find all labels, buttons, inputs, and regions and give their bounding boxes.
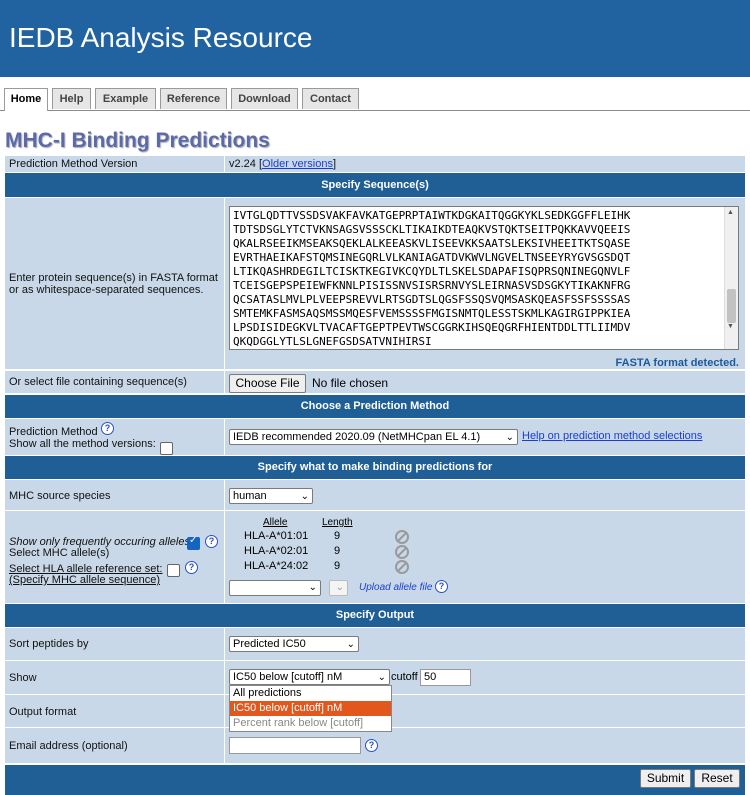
- chevron-down-icon: ⌄: [346, 639, 355, 650]
- file-label: Or select file containing sequence(s): [9, 376, 187, 388]
- show-all-versions-checkbox[interactable]: [160, 442, 173, 455]
- length-select[interactable]: ⌄: [329, 580, 348, 596]
- scroll-thumb[interactable]: [727, 289, 736, 323]
- section-output: Specify Output: [5, 604, 745, 627]
- choose-file-button[interactable]: Choose File: [229, 374, 306, 393]
- header-banner: IEDB Analysis Resource: [0, 0, 750, 77]
- method-help-icon[interactable]: ?: [101, 422, 114, 435]
- species-row: MHC source species: [5, 480, 745, 510]
- version-row: Prediction Method Version v2.24 [Older v…: [5, 156, 745, 172]
- cutoff-label: cutoff: [391, 671, 418, 683]
- footer-bar: [5, 765, 745, 795]
- app-title: IEDB Analysis Resource: [9, 22, 313, 53]
- reference-help-icon[interactable]: ?: [185, 561, 198, 574]
- remove-allele-icon[interactable]: [395, 545, 409, 559]
- allele-help-icon[interactable]: ?: [205, 535, 218, 548]
- method-select[interactable]: IEDB recommended 2020.09 (NetMHCpan EL 4…: [229, 429, 518, 445]
- show-label: Show: [9, 672, 37, 684]
- version-value: v2.24 [Older versions]: [229, 158, 337, 170]
- email-label: Email address (optional): [9, 740, 128, 752]
- scroll-down-icon[interactable]: ▼: [727, 323, 734, 330]
- older-versions-link[interactable]: Older versions: [262, 158, 333, 170]
- tab-help[interactable]: Help: [52, 88, 91, 109]
- show-option-all[interactable]: All predictions: [230, 686, 391, 701]
- remove-allele-icon[interactable]: [395, 560, 409, 574]
- tab-example[interactable]: Example: [95, 88, 156, 109]
- method-help-link[interactable]: Help on prediction method selections: [522, 430, 702, 442]
- tab-contact[interactable]: Contact: [302, 88, 359, 109]
- method-label: Prediction Method: [9, 426, 98, 438]
- email-help-icon[interactable]: ?: [365, 739, 378, 752]
- show-dropdown-menu: All predictions IC50 below [cutoff] nM P…: [229, 685, 392, 732]
- version-label: Prediction Method Version: [9, 158, 138, 170]
- output-format-label: Output format: [9, 706, 77, 718]
- chevron-down-icon: ⌄: [505, 432, 514, 443]
- upload-allele-link[interactable]: Upload allele file: [359, 582, 432, 593]
- reference-set-checkbox[interactable]: [167, 564, 180, 577]
- sequence-scrollbar[interactable]: ▲ ▼: [724, 207, 738, 349]
- section-sequence: Specify Sequence(s): [5, 173, 745, 197]
- chevron-down-icon: ⌄: [377, 672, 386, 683]
- frequent-alleles-checkbox[interactable]: [187, 535, 200, 550]
- allele-name: HLA-A*01:01: [244, 530, 309, 542]
- sort-row: Sort peptides by: [5, 628, 745, 660]
- sort-label: Sort peptides by: [9, 638, 89, 650]
- specify-allele-sequence-link[interactable]: (Specify MHC allele sequence): [9, 574, 160, 586]
- show-all-versions-label: Show all the method versions:: [9, 438, 156, 450]
- species-select[interactable]: human ⌄: [229, 488, 313, 504]
- tab-download[interactable]: Download: [231, 88, 298, 109]
- sequence-text: IVTGLQDTTVSSDSVAKFAVKATGEPRPTAIWTKDGKAIT…: [233, 209, 631, 348]
- species-label: MHC source species: [9, 490, 111, 502]
- show-option-ic50[interactable]: IC50 below [cutoff] nM: [230, 701, 391, 716]
- email-input[interactable]: [229, 737, 361, 754]
- tab-reference[interactable]: Reference: [160, 88, 227, 109]
- submit-button[interactable]: Submit: [640, 769, 691, 788]
- fasta-status: FASTA format detected.: [615, 357, 739, 369]
- allele-length: 9: [334, 560, 341, 572]
- page-title: MHC-I Binding Predictions: [5, 129, 270, 152]
- reset-button[interactable]: Reset: [694, 769, 740, 788]
- remove-allele-icon[interactable]: [395, 530, 409, 544]
- allele-name: HLA-A*02:01: [244, 545, 309, 557]
- show-select[interactable]: IC50 below [cutoff] nM ⌄: [229, 669, 390, 685]
- allele-column-header: Allele: [263, 517, 288, 528]
- sequence-label: Enter protein sequence(s) in FASTA forma…: [9, 272, 218, 296]
- file-status: No file chosen: [312, 376, 389, 390]
- allele-name: HLA-A*24:02: [244, 560, 309, 572]
- scroll-up-icon[interactable]: ▲: [727, 209, 734, 216]
- allele-select[interactable]: ⌄: [229, 580, 321, 596]
- chevron-down-icon: ⌄: [308, 582, 317, 593]
- tab-bar: Home Help Example Reference Download Con…: [0, 88, 750, 111]
- length-column-header: Length: [322, 517, 353, 528]
- allele-length: 9: [334, 530, 341, 542]
- show-option-percent-rank[interactable]: Percent rank below [cutoff]: [230, 716, 391, 731]
- sort-select[interactable]: Predicted IC50 ⌄: [229, 636, 359, 652]
- section-binding: Specify what to make binding predictions…: [5, 456, 745, 479]
- sequence-textarea[interactable]: IVTGLQDTTVSSDSVAKFAVKATGEPRPTAIWTKDGKAIT…: [229, 206, 739, 350]
- cutoff-input[interactable]: 50: [420, 669, 471, 686]
- chevron-down-icon: ⌄: [300, 491, 309, 502]
- select-allele-label: Select MHC allele(s): [9, 547, 110, 559]
- allele-length: 9: [334, 545, 341, 557]
- chevron-down-icon: ⌄: [335, 582, 344, 593]
- tab-home[interactable]: Home: [4, 88, 48, 111]
- section-method: Choose a Prediction Method: [5, 395, 745, 418]
- upload-help-icon[interactable]: ?: [435, 580, 448, 593]
